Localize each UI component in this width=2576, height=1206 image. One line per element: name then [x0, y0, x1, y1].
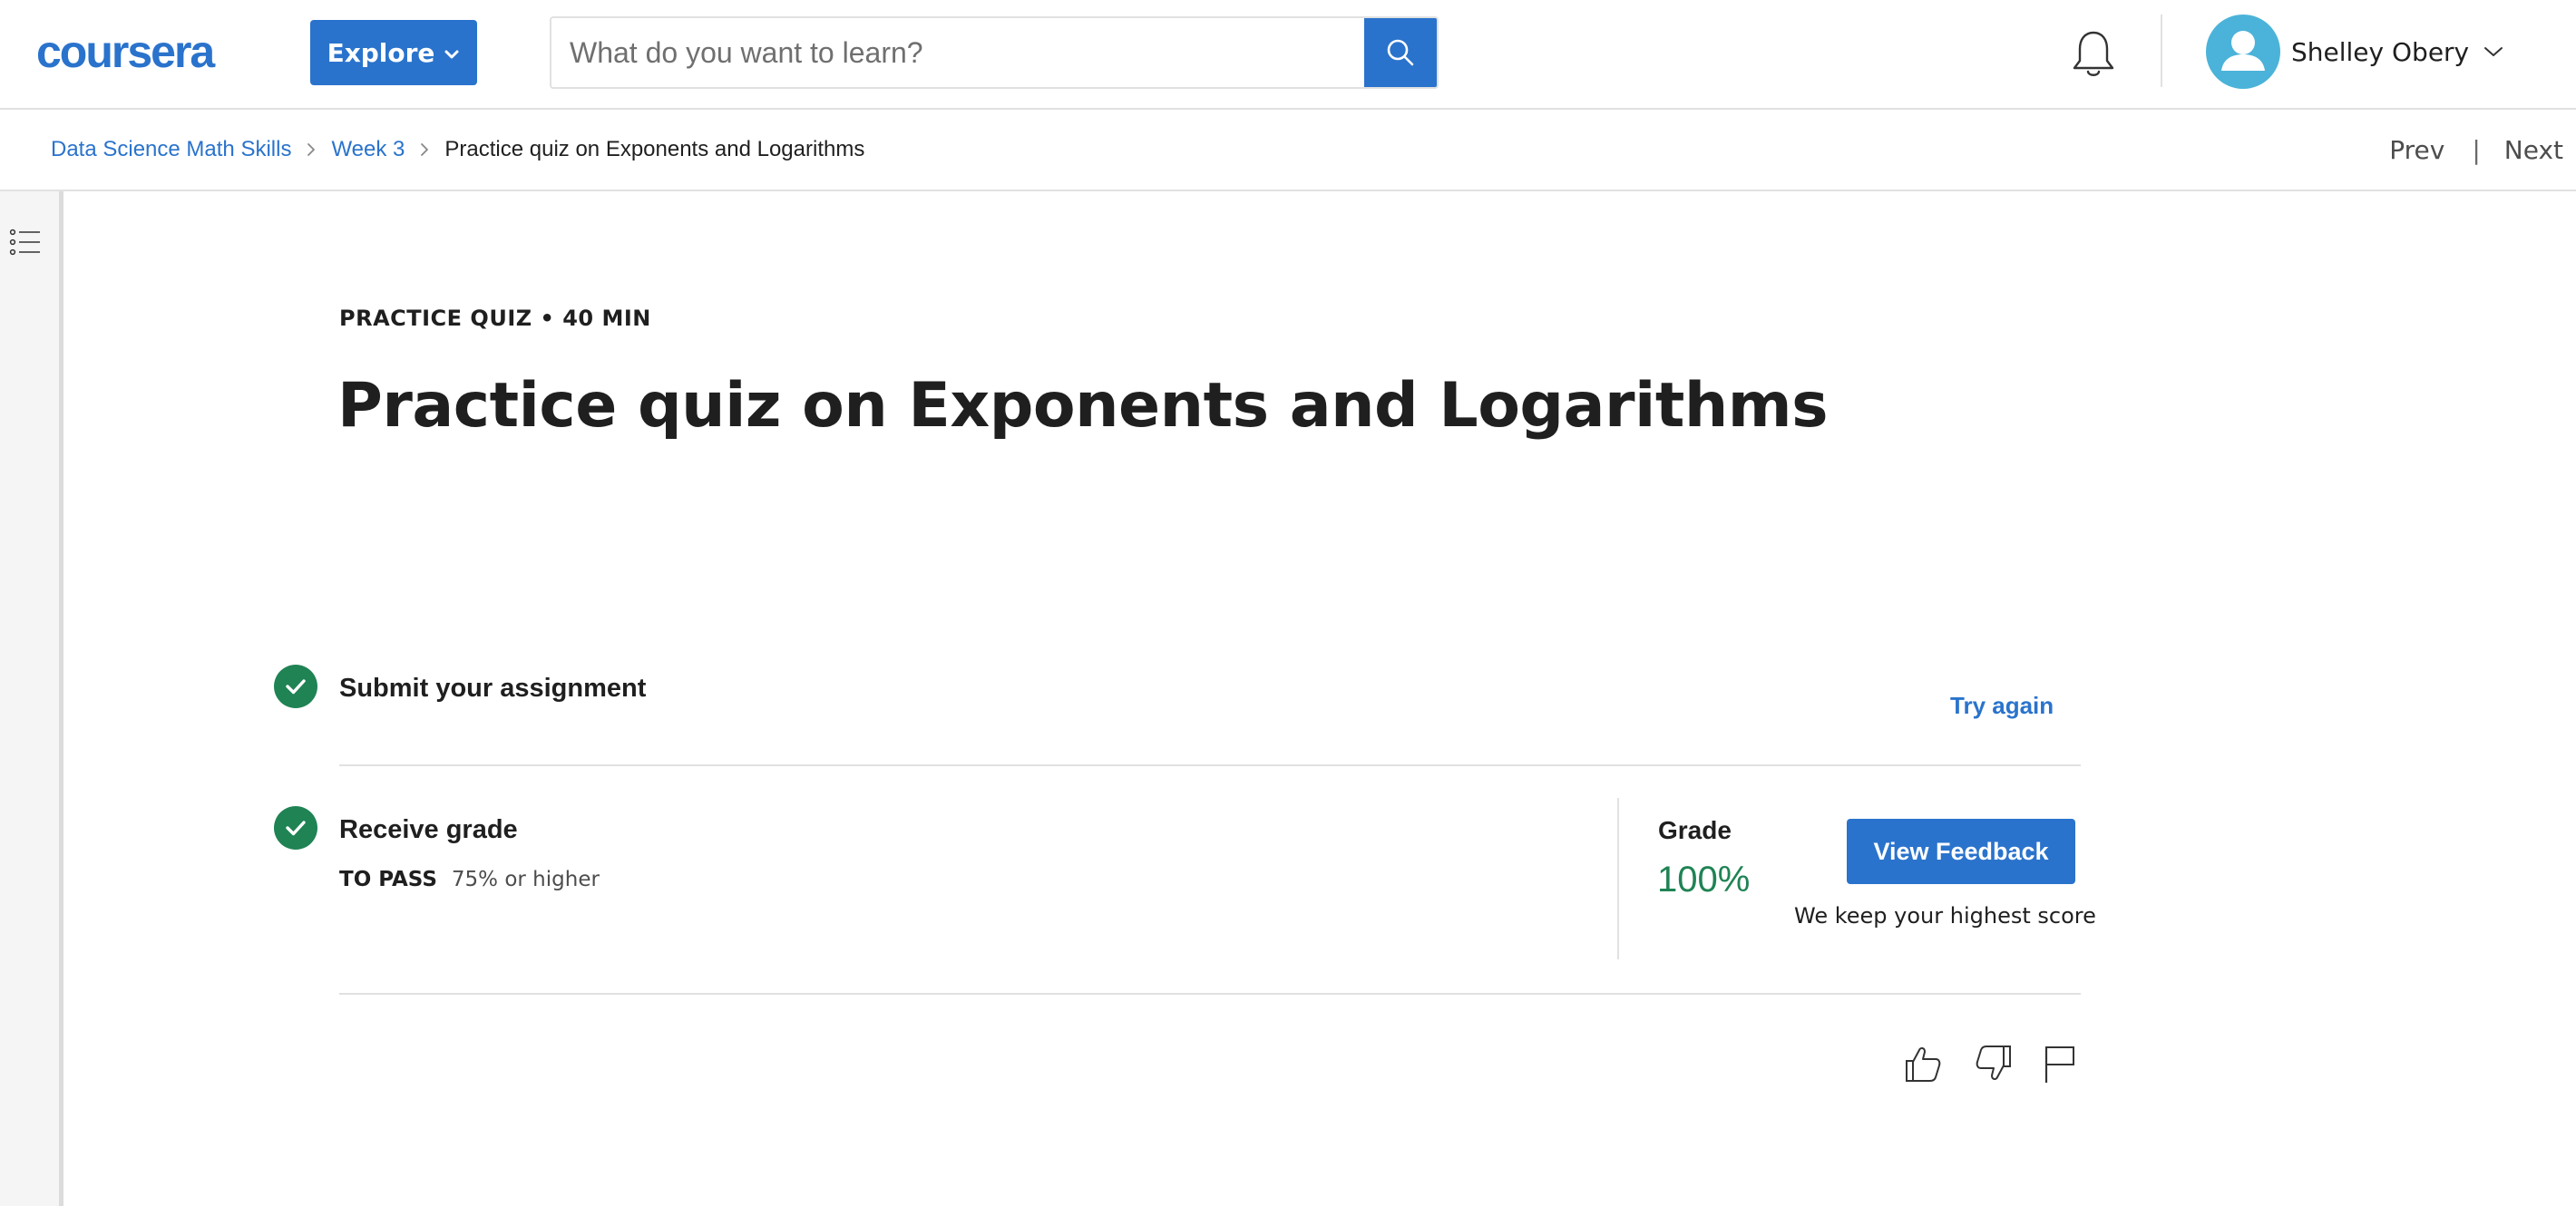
quiz-kicker: PRACTICE QUIZ • 40 MIN — [339, 306, 651, 331]
svg-text:coursera: coursera — [36, 27, 216, 76]
prev-next-divider: | — [2472, 134, 2481, 165]
breadcrumb-course-link[interactable]: Data Science Math Skills — [51, 137, 291, 162]
explore-button[interactable]: Explore — [310, 20, 477, 85]
check-circle-icon — [274, 665, 317, 708]
chevron-down-icon — [2484, 47, 2503, 56]
thumbs-up-icon[interactable] — [1903, 1043, 1943, 1084]
grade-label: Grade — [1658, 816, 1732, 844]
user-name: Shelley Obery — [2291, 36, 2470, 67]
search-icon — [1387, 39, 1414, 66]
chevron-right-icon — [307, 143, 316, 156]
grade-divider — [1617, 798, 1619, 959]
to-pass-value: 75% or higher — [451, 868, 600, 891]
submit-assignment-title: Submit your assignment — [339, 674, 647, 703]
breadcrumb: Data Science Math Skills Week 3 Practice… — [51, 110, 864, 190]
prev-link[interactable]: Prev — [2389, 135, 2444, 165]
chevron-down-icon — [444, 50, 459, 59]
top-navigation-bar: coursera Explore Shelley Obery — [0, 0, 2576, 110]
grade-value: 100% — [1657, 860, 1751, 900]
page-title: Practice quiz on Exponents and Logarithm… — [337, 370, 1829, 442]
search-input[interactable] — [551, 18, 1366, 87]
to-pass-label: TO PASS — [339, 868, 437, 891]
user-avatar-icon — [2221, 31, 2265, 71]
course-outline-rail — [0, 191, 63, 1206]
pass-requirement: TO PASS 75% or higher — [339, 868, 600, 891]
next-link[interactable]: Next — [2504, 135, 2563, 165]
list-menu-icon[interactable] — [9, 226, 42, 258]
highest-score-note: We keep your highest score — [1794, 903, 2096, 929]
header-divider — [2161, 15, 2162, 87]
section-divider — [339, 993, 2081, 995]
explore-label: Explore — [327, 37, 435, 68]
chevron-right-icon — [421, 143, 429, 156]
try-again-link[interactable]: Try again — [1950, 692, 2054, 720]
flag-icon[interactable] — [2041, 1043, 2081, 1084]
avatar — [2206, 15, 2280, 89]
view-feedback-button[interactable]: View Feedback — [1847, 819, 2075, 884]
check-circle-icon — [274, 806, 317, 850]
breadcrumb-bar: Data Science Math Skills Week 3 Practice… — [0, 110, 2576, 191]
section-divider — [339, 764, 2081, 766]
coursera-logo[interactable]: coursera — [36, 27, 268, 76]
user-menu[interactable]: Shelley Obery — [2206, 15, 2503, 89]
breadcrumb-week-link[interactable]: Week 3 — [331, 137, 405, 162]
receive-grade-title: Receive grade — [339, 815, 518, 844]
thumbs-down-icon[interactable] — [1974, 1043, 2014, 1084]
breadcrumb-current: Practice quiz on Exponents and Logarithm… — [444, 137, 865, 161]
search-button[interactable] — [1364, 18, 1437, 87]
bell-icon[interactable] — [2068, 27, 2119, 82]
prev-next-nav: Prev | Next — [2389, 110, 2576, 190]
search-box — [550, 16, 1439, 89]
